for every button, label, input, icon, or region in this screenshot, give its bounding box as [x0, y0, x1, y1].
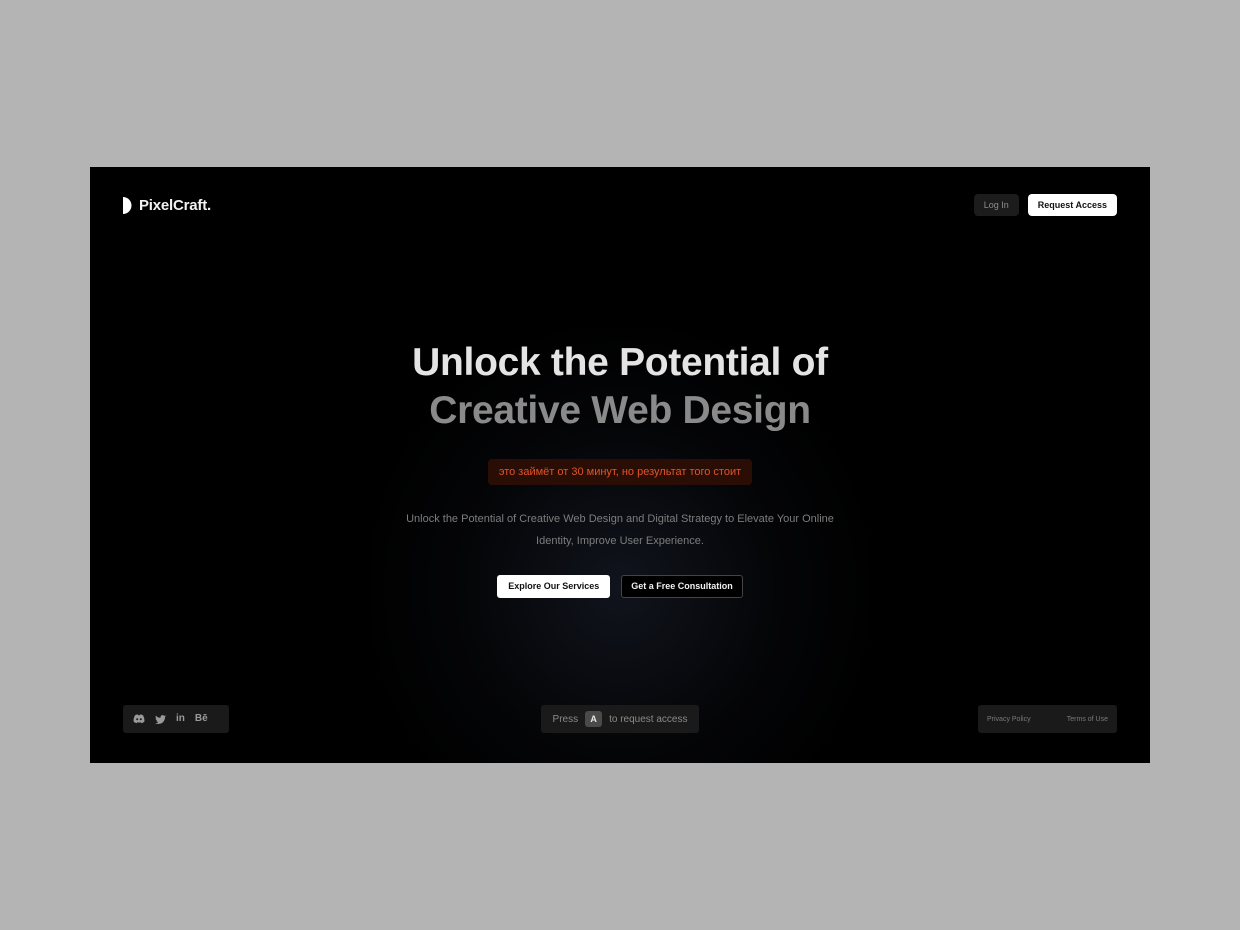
hero-subtext: Unlock the Potential of Creative Web Des… [406, 513, 834, 547]
time-notice-badge: это займёт от 30 минут, но результат тог… [487, 459, 753, 485]
behance-icon[interactable]: Bē [195, 713, 208, 725]
shortcut-prefix: Press [552, 713, 579, 725]
logo-text: PixelCraft. [139, 196, 211, 214]
hero-section: Unlock the Potential of Creative Web Des… [90, 339, 1150, 598]
header-actions: Log In Request Access [973, 194, 1117, 216]
half-circle-logo-icon [123, 196, 132, 214]
free-consultation-button[interactable]: Get a Free Consultation [621, 575, 743, 598]
landing-page-frame: PixelCraft. Log In Request Access Unlock… [90, 167, 1150, 763]
terms-of-use-link[interactable]: Terms of Use [1067, 716, 1108, 723]
discord-icon[interactable] [133, 714, 145, 724]
legal-links: Privacy Policy Terms of Use [978, 705, 1117, 733]
privacy-policy-link[interactable]: Privacy Policy [987, 716, 1031, 723]
twitter-icon[interactable] [155, 714, 166, 724]
social-links: in Bē [123, 705, 229, 733]
cta-row: Explore Our Services Get a Free Consulta… [90, 575, 1150, 598]
shortcut-suffix: to request access [609, 713, 688, 725]
login-button[interactable]: Log In [973, 194, 1019, 216]
linkedin-icon[interactable]: in [176, 713, 185, 725]
keyboard-shortcut-hint: Press A to request access [541, 705, 699, 733]
logo[interactable]: PixelCraft. [123, 196, 211, 214]
request-access-button[interactable]: Request Access [1027, 194, 1117, 216]
hero-headline-line1: Unlock the Potential of [412, 341, 828, 384]
shortcut-key: A [585, 711, 603, 727]
hero-headline-line2: Creative Web Design [429, 389, 811, 432]
explore-services-button[interactable]: Explore Our Services [497, 575, 611, 598]
